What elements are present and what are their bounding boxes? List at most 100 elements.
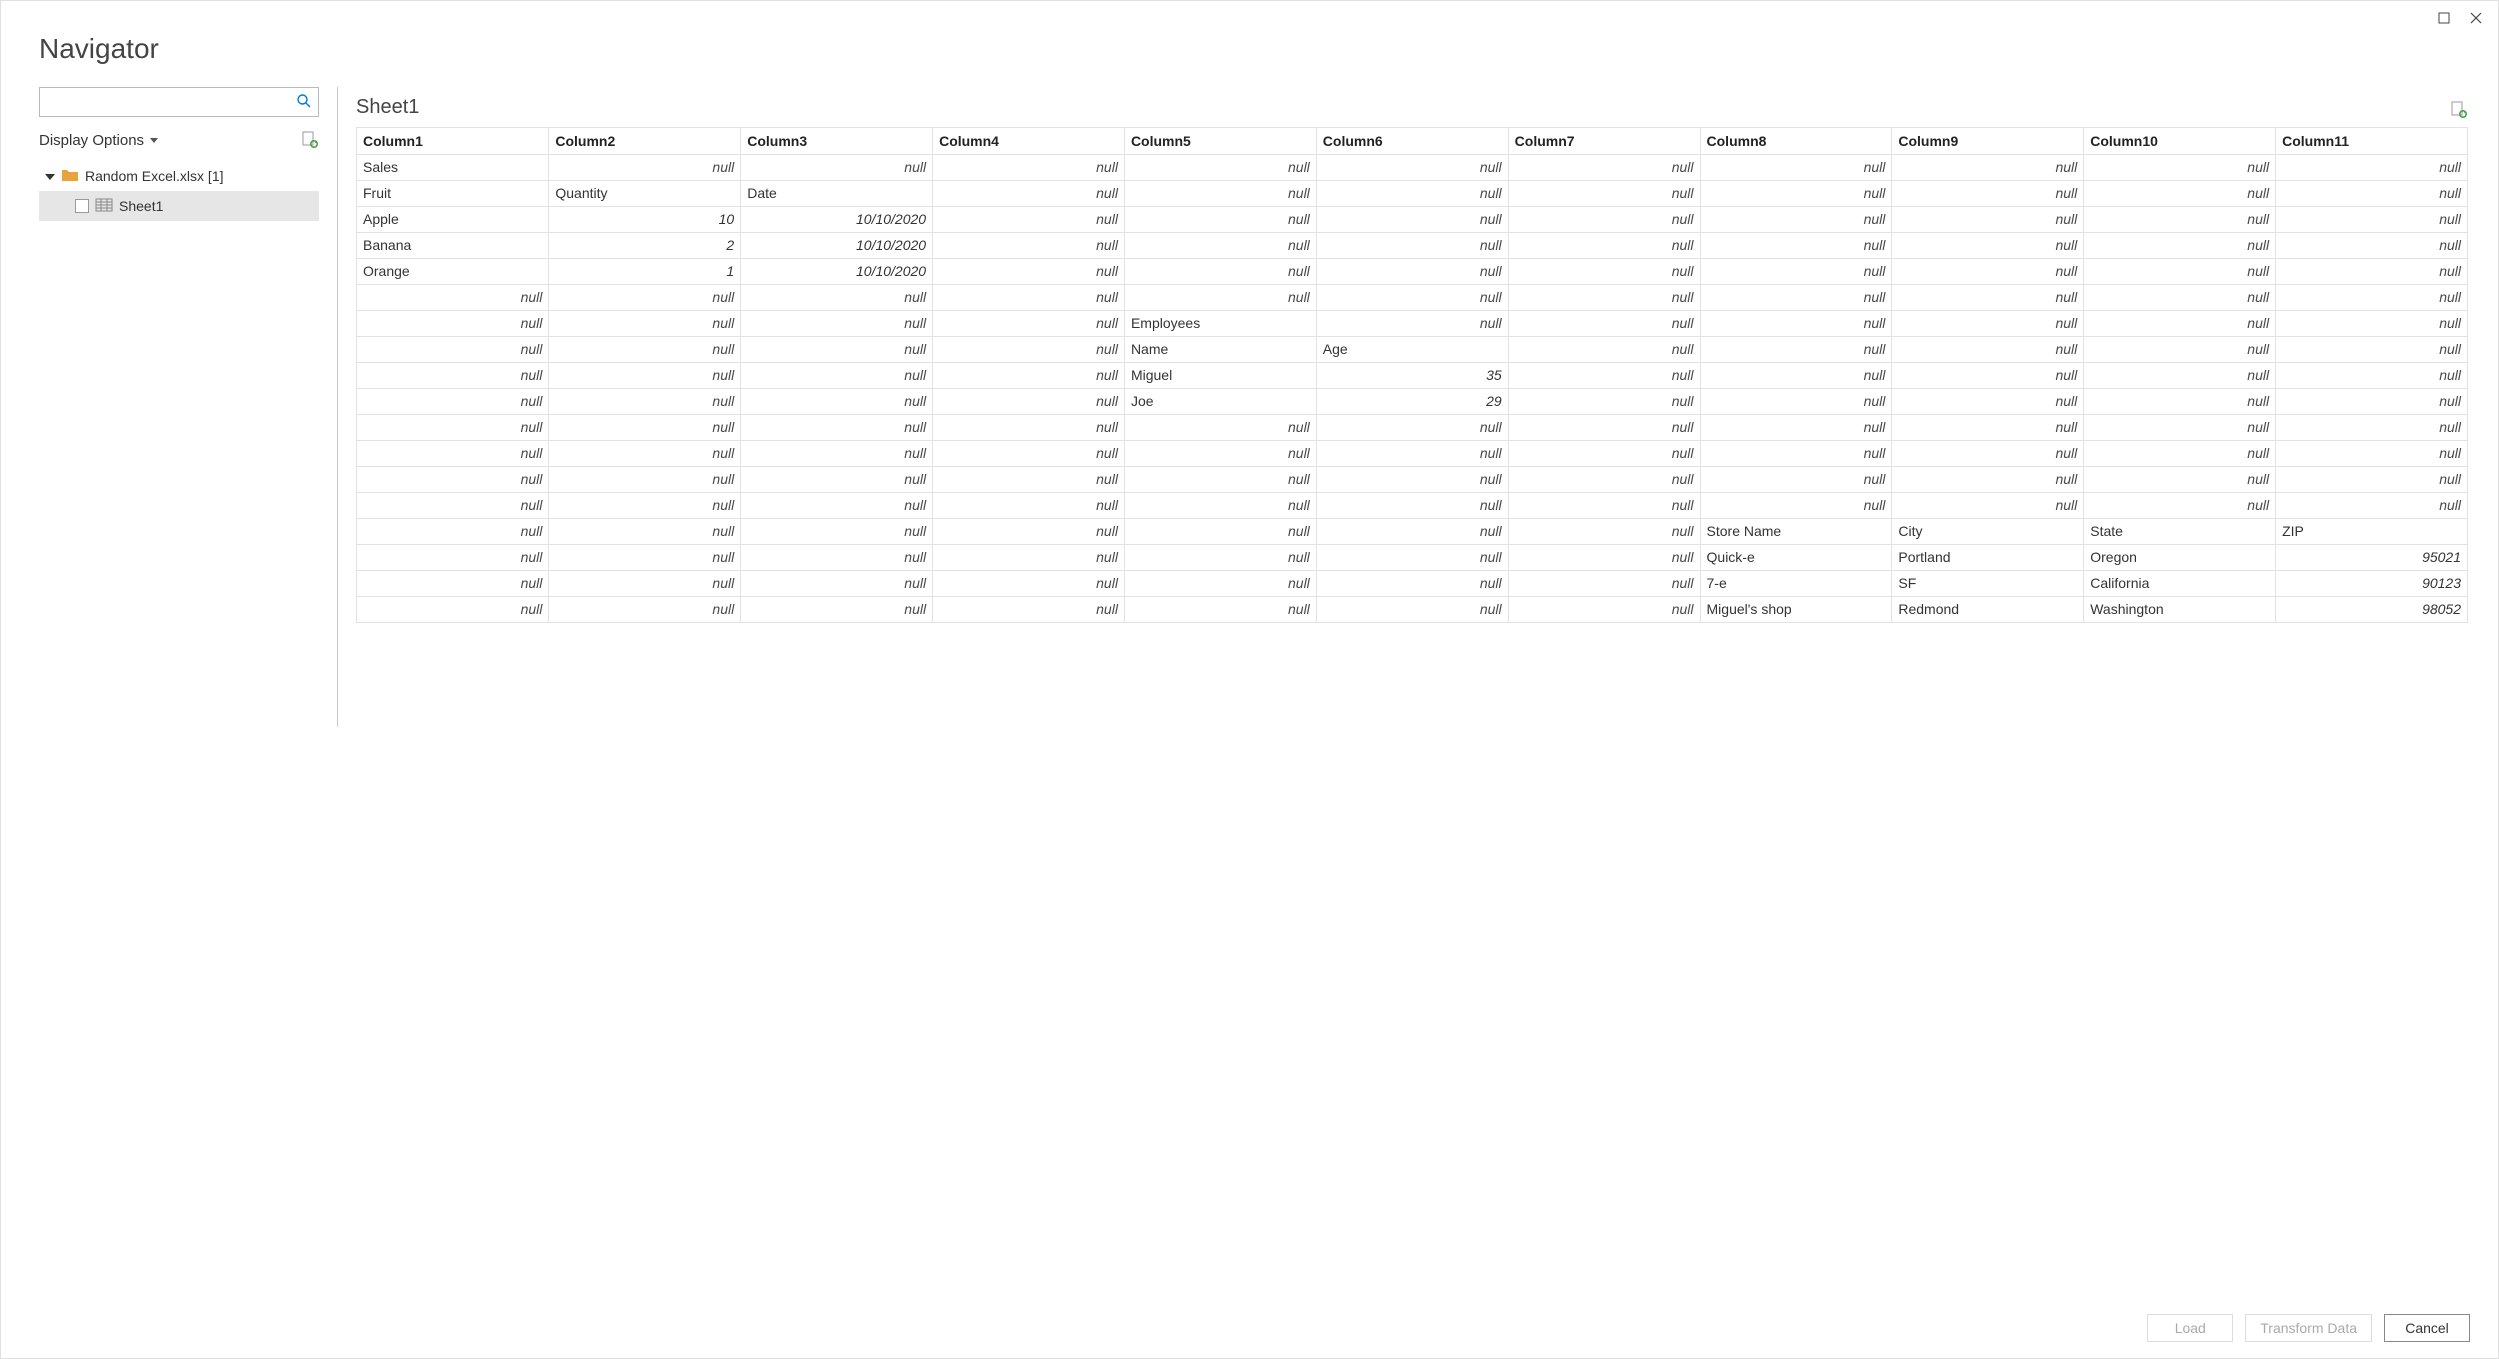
table-row[interactable]: nullnullnullnullnullnullnullQuick-ePortl… xyxy=(357,544,2468,570)
table-row[interactable]: nullnullnullnullnullnullnullnullnullnull… xyxy=(357,414,2468,440)
column-header[interactable]: Column6 xyxy=(1316,128,1508,154)
cancel-button[interactable]: Cancel xyxy=(2384,1314,2470,1342)
table-row[interactable]: nullnullnullnullnullnullnullnullnullnull… xyxy=(357,466,2468,492)
tree-item-label: Sheet1 xyxy=(119,198,163,214)
table-row[interactable]: nullnullnullnullJoe29nullnullnullnullnul… xyxy=(357,388,2468,414)
table-row[interactable]: Apple1010/10/2020nullnullnullnullnullnul… xyxy=(357,206,2468,232)
table-cell: null xyxy=(1124,492,1316,518)
table-cell: Apple xyxy=(357,206,549,232)
table-cell: null xyxy=(1316,596,1508,622)
checkbox[interactable] xyxy=(75,199,89,213)
table-cell: null xyxy=(1124,544,1316,570)
table-cell: null xyxy=(357,284,549,310)
table-cell: null xyxy=(933,466,1125,492)
table-cell: null xyxy=(2084,180,2276,206)
table-row[interactable]: nullnullnullnullnullnullnullnullnullnull… xyxy=(357,440,2468,466)
table-row[interactable]: FruitQuantityDatenullnullnullnullnullnul… xyxy=(357,180,2468,206)
column-header[interactable]: Column7 xyxy=(1508,128,1700,154)
table-cell: null xyxy=(357,388,549,414)
table-cell: null xyxy=(2276,440,2468,466)
table-cell: null xyxy=(357,596,549,622)
table-cell: null xyxy=(1508,596,1700,622)
search-box[interactable] xyxy=(39,87,319,117)
column-header[interactable]: Column10 xyxy=(2084,128,2276,154)
table-cell: null xyxy=(1700,180,1892,206)
table-row[interactable]: Orange110/10/2020nullnullnullnullnullnul… xyxy=(357,258,2468,284)
preview-header: Sheet1 xyxy=(356,87,2468,119)
table-cell: null xyxy=(1892,180,2084,206)
table-cell: null xyxy=(1508,362,1700,388)
tree-item-sheet1[interactable]: Sheet1 xyxy=(39,191,319,221)
right-pane: Sheet1 Column1Column2Column3Column4Colum… xyxy=(356,87,2478,1298)
table-cell: null xyxy=(1700,440,1892,466)
maximize-button[interactable] xyxy=(2430,7,2458,29)
search-input[interactable] xyxy=(46,93,296,111)
column-header[interactable]: Column4 xyxy=(933,128,1125,154)
column-header[interactable]: Column1 xyxy=(357,128,549,154)
table-cell: null xyxy=(2276,310,2468,336)
table-cell: null xyxy=(1124,466,1316,492)
refresh-preview-button[interactable] xyxy=(2450,101,2468,119)
tree-item-root[interactable]: Random Excel.xlsx [1] xyxy=(39,161,319,191)
table-cell: null xyxy=(1892,284,2084,310)
table-row[interactable]: nullnullnullnullEmployeesnullnullnullnul… xyxy=(357,310,2468,336)
table-row[interactable]: Banana210/10/2020nullnullnullnullnullnul… xyxy=(357,232,2468,258)
table-cell: Orange xyxy=(357,258,549,284)
column-header[interactable]: Column11 xyxy=(2276,128,2468,154)
table-cell: null xyxy=(1124,232,1316,258)
table-cell: ZIP xyxy=(2276,518,2468,544)
table-cell: null xyxy=(1508,466,1700,492)
table-row[interactable]: nullnullnullnullnullnullnullStore NameCi… xyxy=(357,518,2468,544)
table-row[interactable]: nullnullnullnullMiguel35nullnullnullnull… xyxy=(357,362,2468,388)
transform-data-button[interactable]: Transform Data xyxy=(2245,1314,2372,1342)
table-cell: null xyxy=(1892,362,2084,388)
table-cell: Washington xyxy=(2084,596,2276,622)
table-cell: null xyxy=(357,362,549,388)
table-cell: null xyxy=(1316,284,1508,310)
table-cell: Name xyxy=(1124,336,1316,362)
table-row[interactable]: nullnullnullnullnullnullnullnullnullnull… xyxy=(357,284,2468,310)
load-button[interactable]: Load xyxy=(2147,1314,2233,1342)
column-header[interactable]: Column8 xyxy=(1700,128,1892,154)
table-cell: null xyxy=(1316,466,1508,492)
table-row[interactable]: nullnullnullnullnullnullnullMiguel's sho… xyxy=(357,596,2468,622)
table-row[interactable]: nullnullnullnullnullnullnullnullnullnull… xyxy=(357,492,2468,518)
table-row[interactable]: nullnullnullnullnullnullnull7-eSFCalifor… xyxy=(357,570,2468,596)
refresh-tree-button[interactable] xyxy=(301,131,319,149)
table-cell: null xyxy=(2276,388,2468,414)
preview-grid-wrap[interactable]: Column1Column2Column3Column4Column5Colum… xyxy=(356,127,2468,623)
close-button[interactable] xyxy=(2462,7,2490,29)
table-cell: null xyxy=(2276,492,2468,518)
column-header[interactable]: Column9 xyxy=(1892,128,2084,154)
display-options-label: Display Options xyxy=(39,132,144,149)
table-row[interactable]: nullnullnullnullNameAgenullnullnullnulln… xyxy=(357,336,2468,362)
table-cell: null xyxy=(1700,232,1892,258)
table-cell: Age xyxy=(1316,336,1508,362)
column-header[interactable]: Column5 xyxy=(1124,128,1316,154)
table-cell: null xyxy=(549,388,741,414)
body: Display Options xyxy=(1,75,2498,1298)
table-cell: null xyxy=(2084,492,2276,518)
table-cell: null xyxy=(1892,466,2084,492)
table-cell: null xyxy=(1508,206,1700,232)
column-header[interactable]: Column3 xyxy=(741,128,933,154)
table-row[interactable]: Salesnullnullnullnullnullnullnullnullnul… xyxy=(357,154,2468,180)
table-cell: Oregon xyxy=(2084,544,2276,570)
table-cell: null xyxy=(933,440,1125,466)
table-cell: null xyxy=(933,596,1125,622)
table-cell: null xyxy=(1508,180,1700,206)
table-cell: 29 xyxy=(1316,388,1508,414)
table-cell: 1 xyxy=(549,258,741,284)
table-cell: null xyxy=(1508,414,1700,440)
table-cell: null xyxy=(1892,258,2084,284)
display-options-dropdown[interactable]: Display Options xyxy=(39,132,158,149)
table-cell: City xyxy=(1892,518,2084,544)
table-cell: null xyxy=(741,492,933,518)
table-cell: null xyxy=(1700,284,1892,310)
display-options-row: Display Options xyxy=(39,125,319,155)
table-cell: null xyxy=(741,440,933,466)
column-header[interactable]: Column2 xyxy=(549,128,741,154)
table-cell: Joe xyxy=(1124,388,1316,414)
table-icon xyxy=(95,198,113,215)
table-cell: null xyxy=(933,570,1125,596)
